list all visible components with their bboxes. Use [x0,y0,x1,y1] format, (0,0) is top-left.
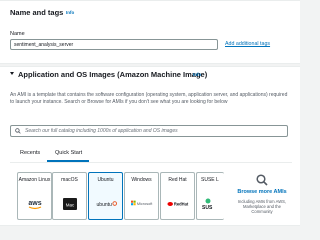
os-card-label: Windows [131,177,152,183]
name-field-label: Name [10,31,25,37]
ubuntu-logo-icon: ubuntu [95,197,117,211]
ami-info-link[interactable]: Info [193,72,201,77]
suse-logo-icon: SUS [201,197,223,211]
tab-divider [10,162,292,163]
browse-subtitle: Including AMIs from AWS, Marketplace and… [237,199,287,214]
name-section-title: Name and tags [10,8,64,17]
svg-text:aws: aws [28,200,41,207]
ami-section-title: Application and OS Images (Amazon Machin… [18,70,208,79]
collapse-caret-icon[interactable] [10,72,14,75]
browse-more-amis[interactable]: Browse more AMIs Including AMIs from AWS… [232,172,292,222]
svg-text:ubuntu: ubuntu [96,202,112,208]
aws-logo-icon: aws [24,197,46,211]
os-card-label: SUSE L [201,177,219,183]
name-input[interactable] [10,39,218,50]
os-card-red-hat[interactable]: Red Hat RedHat [160,172,195,220]
microsoft-logo-icon: Microsoft [131,197,153,211]
os-card-ubuntu[interactable]: Ubuntu ubuntu [88,172,123,220]
tab-recents[interactable]: Recents [20,150,40,156]
magnifier-icon [256,174,268,186]
tab-quick-start[interactable]: Quick Start [55,150,82,156]
svg-text:RedHat: RedHat [174,201,189,206]
name-info-link[interactable]: Info [66,10,74,15]
os-card-windows[interactable]: Windows Microsoft [124,172,159,220]
search-placeholder: Search our full catalog including 1000s … [25,128,178,134]
os-card-amazon-linux[interactable]: Amazon Linux aws [17,172,52,220]
os-card-macos[interactable]: macOS Mac [52,172,87,220]
svg-text:Microsoft: Microsoft [137,202,153,206]
name-and-tags-panel: Name and tags Info Name Add additional t… [0,0,300,64]
svg-text:SUS: SUS [202,205,213,210]
browse-more-amis-link[interactable]: Browse more AMIs [232,189,292,195]
os-card-label: Amazon Linux [18,177,51,183]
os-card-label: Ubuntu [97,177,114,183]
os-card-label: macOS [61,177,78,183]
ami-search-input[interactable]: Search our full catalog including 1000s … [10,125,288,137]
os-card-label: Red Hat [168,177,187,183]
os-card-suse[interactable]: SUSE L SUS [196,172,224,220]
active-tab-indicator [47,160,89,162]
mac-logo-icon: Mac [59,197,81,211]
search-icon [15,128,21,134]
ami-description: An AMI is a template that contains the s… [10,92,288,105]
svg-text:Mac: Mac [66,203,75,208]
redhat-logo-icon: RedHat [167,197,189,211]
add-additional-tags-link[interactable]: Add additional tags [225,41,270,47]
